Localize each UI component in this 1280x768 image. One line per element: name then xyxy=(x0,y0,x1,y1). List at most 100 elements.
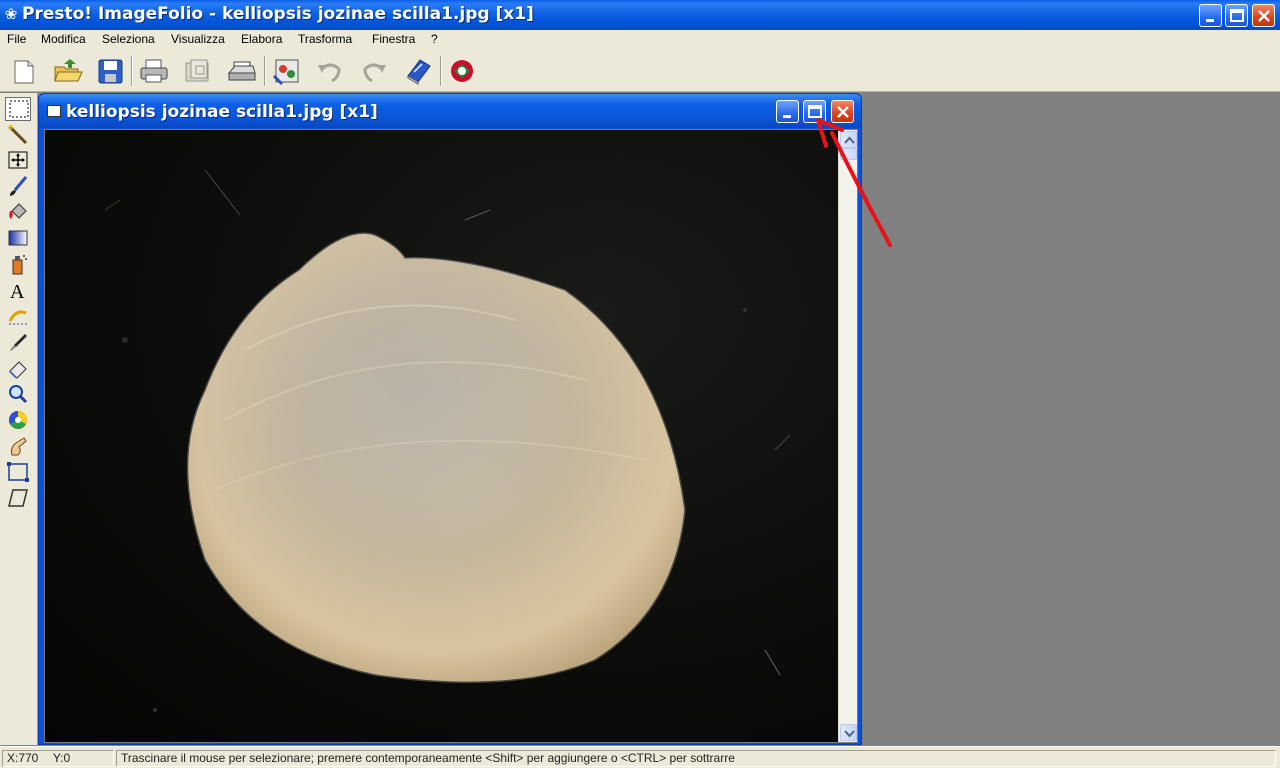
document-title-bar[interactable]: kelliopsis jozinae scilla1.jpg [x1] xyxy=(39,94,861,128)
eraser-icon xyxy=(9,361,27,379)
coordinates-panel: X:770 Y:0 xyxy=(2,750,114,767)
acquire-icon xyxy=(272,59,299,86)
tool-perspective[interactable] xyxy=(5,487,31,511)
tool-gradient[interactable] xyxy=(5,227,31,251)
close-icon xyxy=(837,106,849,118)
rectangle-select-icon xyxy=(9,100,29,118)
perspective-icon xyxy=(8,489,28,507)
app-restore-button[interactable] xyxy=(1225,4,1248,27)
tool-clone[interactable] xyxy=(5,305,31,329)
tool-zoom[interactable] xyxy=(5,383,31,407)
tool-move[interactable] xyxy=(5,149,31,173)
eyedropper-icon xyxy=(10,334,27,351)
status-message: Trascinare il mouse per selezionare; pre… xyxy=(116,750,1276,767)
undo-button[interactable] xyxy=(314,56,346,86)
menu-seleziona[interactable]: Seleziona xyxy=(102,32,155,46)
tool-text[interactable]: A xyxy=(5,279,31,303)
shell-photo xyxy=(104,169,791,712)
move-icon xyxy=(8,151,28,169)
gradient-icon xyxy=(8,230,28,246)
print-icon xyxy=(140,59,168,83)
exit-button[interactable] xyxy=(447,56,479,86)
doc-minimize-button[interactable] xyxy=(776,100,799,123)
doc-maximize-button[interactable] xyxy=(803,100,826,123)
tool-crop[interactable] xyxy=(5,461,31,485)
scan-icon xyxy=(227,61,256,81)
minimize-icon xyxy=(783,115,791,118)
tool-brush[interactable] xyxy=(5,175,31,199)
spray-icon xyxy=(12,255,27,275)
app-logo-icon: ❀ xyxy=(4,6,18,23)
app-title: Presto! ImageFolio - kelliopsis jozinae … xyxy=(22,4,534,24)
save-icon xyxy=(98,59,123,84)
exit-icon xyxy=(451,60,473,82)
new-document-icon xyxy=(14,60,34,84)
print-preview-icon xyxy=(185,59,209,82)
tool-spray[interactable] xyxy=(5,253,31,277)
menu-file[interactable]: File xyxy=(7,32,26,46)
new-button[interactable] xyxy=(8,56,40,86)
menu-finestra[interactable]: Finestra xyxy=(372,32,415,46)
tool-eraser[interactable] xyxy=(5,357,31,381)
crop-icon xyxy=(7,462,29,482)
toolbar-separator xyxy=(440,56,442,86)
tool-magic-wand[interactable] xyxy=(5,123,31,147)
smudge-icon xyxy=(11,437,27,456)
menu-elabora[interactable]: Elabora xyxy=(241,32,282,46)
toolbar-separator xyxy=(264,56,266,86)
vertical-scrollbar[interactable] xyxy=(838,130,857,742)
color-icon xyxy=(9,411,27,429)
application-window: ❀ Presto! ImageFolio - kelliopsis jozina… xyxy=(0,0,1280,768)
menu-modifica[interactable]: Modifica xyxy=(41,32,86,46)
app-close-button[interactable] xyxy=(1252,4,1275,27)
scan-button[interactable] xyxy=(226,56,258,86)
tool-eyedropper[interactable] xyxy=(5,331,31,355)
help-book-icon xyxy=(407,59,431,85)
undo-icon xyxy=(318,63,341,83)
tool-rectangle-select[interactable] xyxy=(5,97,31,121)
tool-palette: A xyxy=(0,93,38,745)
menu-visualizza[interactable]: Visualizza xyxy=(171,32,225,46)
redo-icon xyxy=(363,63,386,83)
magic-wand-icon xyxy=(7,124,28,145)
brush-icon xyxy=(10,176,28,196)
document-title: kelliopsis jozinae scilla1.jpg [x1] xyxy=(66,102,378,122)
tool-color[interactable] xyxy=(5,409,31,433)
image-canvas[interactable] xyxy=(45,130,838,742)
document-icon xyxy=(47,105,61,117)
tool-fill[interactable] xyxy=(5,201,31,225)
svg-text:A: A xyxy=(10,281,25,301)
chevron-up-icon xyxy=(844,136,855,144)
toolbar-separator xyxy=(131,56,133,86)
y-coordinate: Y:0 xyxy=(52,751,71,765)
app-minimize-button[interactable] xyxy=(1199,4,1222,27)
open-folder-icon xyxy=(54,59,83,82)
help-book-button[interactable] xyxy=(402,56,434,86)
close-icon xyxy=(1258,10,1270,22)
print-preview-button[interactable] xyxy=(182,56,214,86)
save-button[interactable] xyxy=(95,56,127,86)
zoom-icon xyxy=(9,385,28,404)
tool-smudge[interactable] xyxy=(5,435,31,459)
redo-button[interactable] xyxy=(358,56,390,86)
scroll-down-button[interactable] xyxy=(840,724,857,741)
document-client-area xyxy=(44,129,858,743)
app-title-bar[interactable]: ❀ Presto! ImageFolio - kelliopsis jozina… xyxy=(0,0,1280,30)
scroll-thumb[interactable] xyxy=(840,148,857,160)
menu-trasforma[interactable]: Trasforma xyxy=(298,32,352,46)
open-button[interactable] xyxy=(52,56,84,86)
doc-close-button[interactable] xyxy=(831,100,854,123)
maximize-icon xyxy=(1230,9,1244,22)
document-window: kelliopsis jozinae scilla1.jpg [x1] xyxy=(38,93,862,745)
chevron-down-icon xyxy=(844,730,855,738)
menu-help[interactable]: ? xyxy=(431,32,438,46)
fill-icon xyxy=(9,203,27,219)
main-toolbar xyxy=(0,50,1280,92)
menu-bar: File Modifica Seleziona Visualizza Elabo… xyxy=(0,30,1280,50)
acquire-button[interactable] xyxy=(270,56,302,86)
maximize-icon xyxy=(808,105,822,118)
print-button[interactable] xyxy=(138,56,170,86)
text-icon: A xyxy=(10,281,25,301)
status-bar: X:770 Y:0 Trascinare il mouse per selezi… xyxy=(0,746,1280,768)
scroll-up-button[interactable] xyxy=(840,131,857,148)
